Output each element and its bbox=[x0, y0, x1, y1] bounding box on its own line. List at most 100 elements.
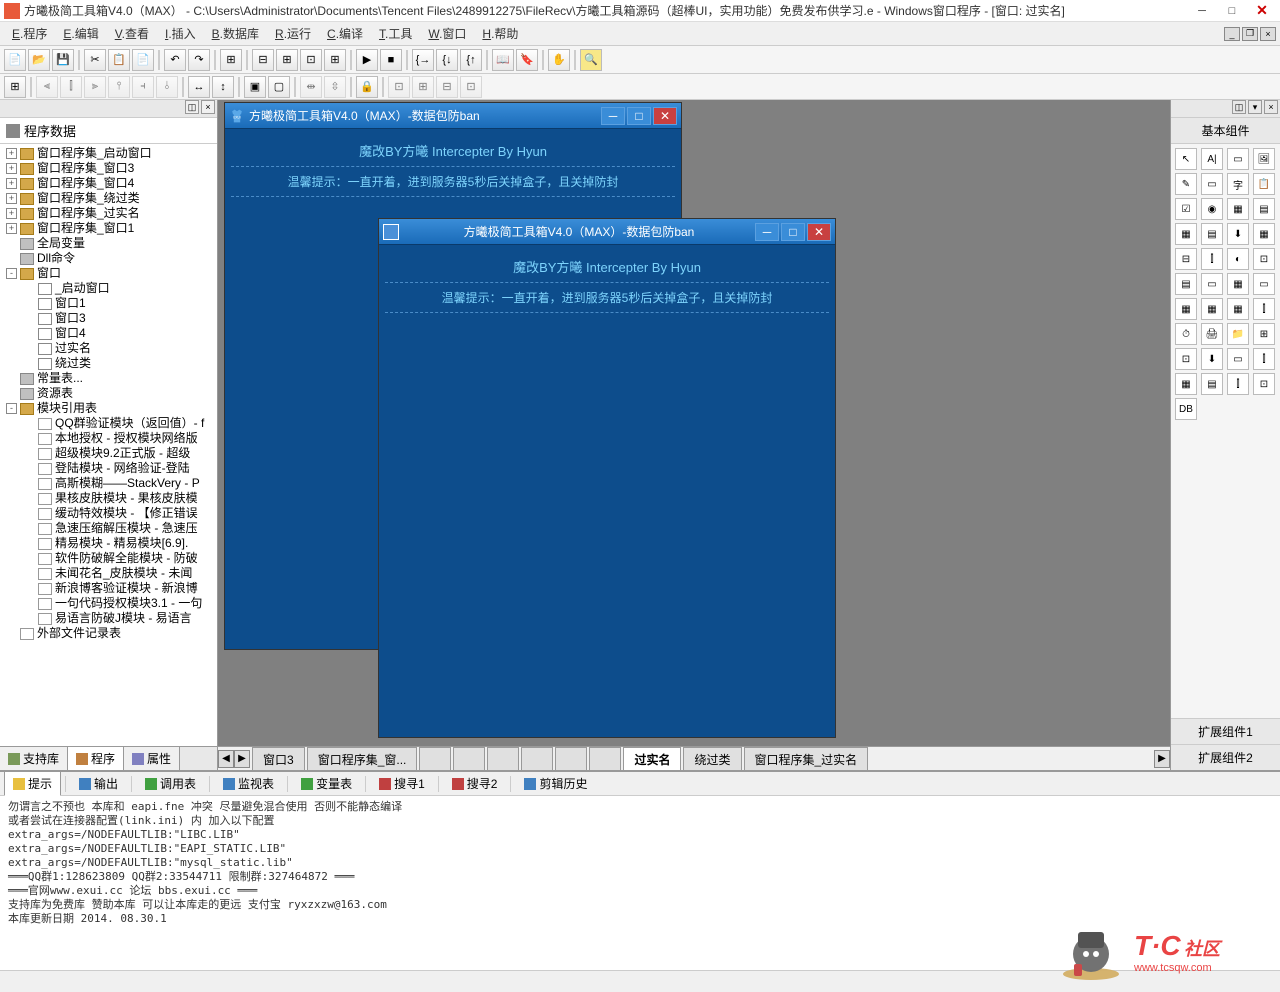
grid-button[interactable]: ⊞ bbox=[4, 76, 26, 98]
component-14[interactable]: ⬇ bbox=[1227, 223, 1249, 245]
cut-button[interactable]: ✂ bbox=[84, 49, 106, 71]
align-top-button[interactable]: ⫯ bbox=[108, 76, 130, 98]
tree-item-23[interactable]: 果核皮肤模块 - 果核皮肤模 bbox=[2, 491, 215, 506]
send-back-button[interactable]: ▢ bbox=[268, 76, 290, 98]
component-31[interactable]: ⊞ bbox=[1253, 323, 1275, 345]
component-26[interactable]: ▦ bbox=[1227, 298, 1249, 320]
save-button[interactable]: 💾 bbox=[52, 49, 74, 71]
component-29[interactable]: 🖨 bbox=[1201, 323, 1223, 345]
tree-item-14[interactable]: 绕过类 bbox=[2, 356, 215, 371]
menu-item-5[interactable]: R.运行 bbox=[269, 23, 317, 44]
bring-front-button[interactable]: ▣ bbox=[244, 76, 266, 98]
comp-dropdown-button[interactable]: ▾ bbox=[1248, 100, 1262, 114]
new-button[interactable]: 📄 bbox=[4, 49, 26, 71]
component-22[interactable]: ▦ bbox=[1227, 273, 1249, 295]
output-tab-1[interactable]: 输出 bbox=[70, 771, 127, 796]
find-button[interactable]: 🔍 bbox=[580, 49, 602, 71]
layout-button-3[interactable]: ⊡ bbox=[300, 49, 322, 71]
component-7[interactable]: 📋 bbox=[1253, 173, 1275, 195]
tree-item-6[interactable]: 全局变量 bbox=[2, 236, 215, 251]
component-30[interactable]: 📁 bbox=[1227, 323, 1249, 345]
component-36[interactable]: ▦ bbox=[1175, 373, 1197, 395]
close-button[interactable]: ✕ bbox=[1248, 2, 1276, 20]
tree-item-1[interactable]: +窗口程序集_窗口3 bbox=[2, 161, 215, 176]
paste-button[interactable]: 📄 bbox=[132, 49, 154, 71]
redo-button[interactable]: ↷ bbox=[188, 49, 210, 71]
component-5[interactable]: ▭ bbox=[1201, 173, 1223, 195]
component-0[interactable]: ↖ bbox=[1175, 148, 1197, 170]
copy-button[interactable]: 📋 bbox=[108, 49, 130, 71]
component-23[interactable]: ▭ bbox=[1253, 273, 1275, 295]
align-center-button[interactable]: ⫿ bbox=[60, 76, 82, 98]
layout-button-4[interactable]: ⊞ bbox=[324, 49, 346, 71]
tree-item-22[interactable]: 高斯模糊——StackVery - P bbox=[2, 476, 215, 491]
mdi-close[interactable]: × bbox=[1260, 27, 1276, 41]
component-13[interactable]: ▤ bbox=[1201, 223, 1223, 245]
space-v-button[interactable]: ⇳ bbox=[324, 76, 346, 98]
component-16[interactable]: ⊟ bbox=[1175, 248, 1197, 270]
tree-item-32[interactable]: 外部文件记录表 bbox=[2, 626, 215, 641]
tree-item-18[interactable]: QQ群验证模块（返回值）- f bbox=[2, 416, 215, 431]
menu-item-4[interactable]: B.数据库 bbox=[206, 23, 265, 44]
tree-item-29[interactable]: 新浪博客验证模块 - 新浪博 bbox=[2, 581, 215, 596]
tree-item-26[interactable]: 精易模块 - 精易模块[6.9]. bbox=[2, 536, 215, 551]
tree-item-12[interactable]: 窗口4 bbox=[2, 326, 215, 341]
output-tab-6[interactable]: 搜寻2 bbox=[443, 771, 507, 796]
tree-item-15[interactable]: 常量表... bbox=[2, 371, 215, 386]
component-40[interactable]: DB bbox=[1175, 398, 1197, 420]
tree-item-5[interactable]: +窗口程序集_窗口1 bbox=[2, 221, 215, 236]
component-17[interactable]: ⫿ bbox=[1201, 248, 1223, 270]
output-tab-5[interactable]: 搜寻1 bbox=[370, 771, 434, 796]
component-12[interactable]: ▦ bbox=[1175, 223, 1197, 245]
form2-maximize[interactable]: □ bbox=[781, 223, 805, 241]
space-h-button[interactable]: ⇹ bbox=[300, 76, 322, 98]
tree-item-30[interactable]: 一句代码授权模块3.1 - 一句 bbox=[2, 596, 215, 611]
panel-pin-button[interactable]: ◫ bbox=[185, 100, 199, 114]
component-27[interactable]: ⫿ bbox=[1253, 298, 1275, 320]
design-tab-7[interactable] bbox=[589, 747, 621, 771]
tab-program[interactable]: 程序 bbox=[68, 747, 124, 770]
form1-minimize[interactable]: ─ bbox=[601, 107, 625, 125]
output-tab-0[interactable]: 提示 bbox=[4, 771, 61, 796]
design-tab-2[interactable] bbox=[419, 747, 451, 771]
component-39[interactable]: ⊡ bbox=[1253, 373, 1275, 395]
tab-scroll-end[interactable]: ▶ bbox=[1154, 750, 1170, 768]
menu-item-1[interactable]: E.编辑 bbox=[57, 23, 104, 44]
component-15[interactable]: ▦ bbox=[1253, 223, 1275, 245]
component-9[interactable]: ◉ bbox=[1201, 198, 1223, 220]
menu-item-9[interactable]: H.帮助 bbox=[476, 23, 524, 44]
tree-item-19[interactable]: 本地授权 - 授权模块网络版 bbox=[2, 431, 215, 446]
menu-item-7[interactable]: T.工具 bbox=[373, 23, 418, 44]
mdi-restore[interactable]: ❐ bbox=[1242, 27, 1258, 41]
tab-scroll-right[interactable]: ▶ bbox=[234, 750, 250, 768]
project-tree[interactable]: +窗口程序集_启动窗口+窗口程序集_窗口3+窗口程序集_窗口4+窗口程序集_绕过… bbox=[0, 144, 217, 746]
component-34[interactable]: ▭ bbox=[1227, 348, 1249, 370]
tab-scroll-left[interactable]: ◀ bbox=[218, 750, 234, 768]
form-designer[interactable]: EXUI 方曦极简工具箱V4.0（MAX）-数据包防ban ─ □ ✕ 魔改BY… bbox=[218, 100, 1170, 746]
component-4[interactable]: ✎ bbox=[1175, 173, 1197, 195]
tree-item-11[interactable]: 窗口3 bbox=[2, 311, 215, 326]
align-left-button[interactable]: ⫷ bbox=[36, 76, 58, 98]
design-tab-1[interactable]: 窗口程序集_窗... bbox=[307, 747, 418, 771]
lock-button[interactable]: 🔒 bbox=[356, 76, 378, 98]
menu-item-8[interactable]: W.窗口 bbox=[422, 23, 472, 44]
run-button[interactable]: ▶ bbox=[356, 49, 378, 71]
size-height-button[interactable]: ↕ bbox=[212, 76, 234, 98]
minimize-button[interactable]: ─ bbox=[1188, 2, 1216, 20]
tree-item-3[interactable]: +窗口程序集_绕过类 bbox=[2, 191, 215, 206]
tree-root[interactable]: 程序数据 bbox=[0, 118, 217, 144]
tab-support-lib[interactable]: 支持库 bbox=[0, 747, 68, 770]
tree-item-7[interactable]: Dll命令 bbox=[2, 251, 215, 266]
tree-item-9[interactable]: _启动窗口 bbox=[2, 281, 215, 296]
tree-item-21[interactable]: 登陆模块 - 网络验证-登陆 bbox=[2, 461, 215, 476]
step-into-button[interactable]: {↓ bbox=[436, 49, 458, 71]
group-button[interactable]: ⊡ bbox=[388, 76, 410, 98]
component-37[interactable]: ▤ bbox=[1201, 373, 1223, 395]
bookmark-button[interactable]: 🔖 bbox=[516, 49, 538, 71]
component-8[interactable]: ☑ bbox=[1175, 198, 1197, 220]
menu-item-2[interactable]: V.查看 bbox=[109, 23, 155, 44]
output-tab-4[interactable]: 变量表 bbox=[292, 771, 361, 796]
design-tab-5[interactable] bbox=[521, 747, 553, 771]
layout-button-1[interactable]: ⊟ bbox=[252, 49, 274, 71]
align-bottom-button[interactable]: ⫰ bbox=[156, 76, 178, 98]
